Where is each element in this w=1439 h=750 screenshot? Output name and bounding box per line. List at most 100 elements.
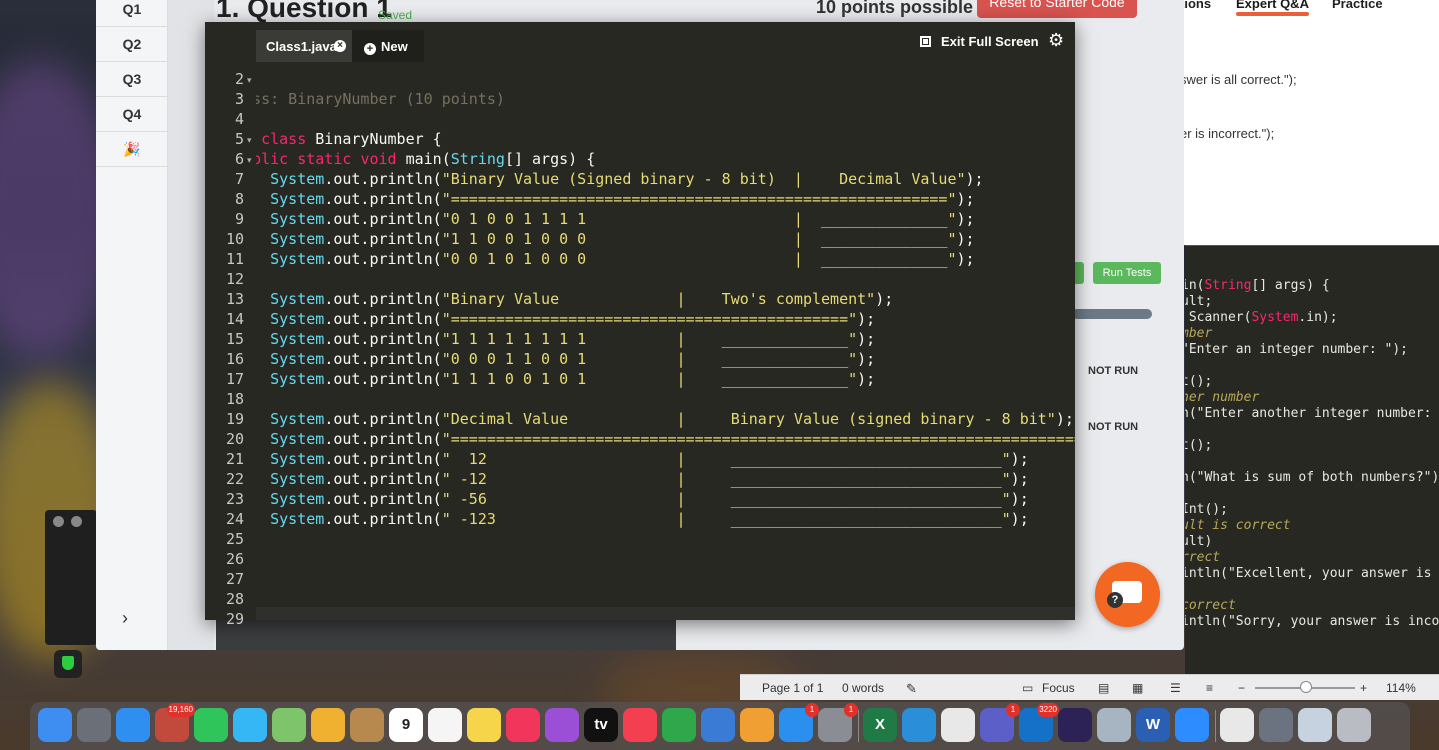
dock-document-icon[interactable]	[1220, 708, 1254, 742]
code-line[interactable]: intln("Sorry, your answer is incor	[1185, 614, 1439, 629]
code-line[interactable]: System.out.println("1 1 0 0 1 0 0 0 | __…	[256, 230, 974, 248]
dock-apple-tv-icon[interactable]: tv	[584, 708, 618, 742]
word-count[interactable]: 0 words	[842, 681, 884, 695]
code-line[interactable]: correct	[1185, 598, 1236, 613]
code-line[interactable]: ic class BinaryNumber {	[256, 130, 442, 148]
dock-edge-icon[interactable]	[902, 708, 936, 742]
code-line[interactable]: System.out.println("====================…	[256, 190, 974, 208]
chat-help-button[interactable]: ?	[1095, 562, 1160, 627]
dock-chrome-icon[interactable]	[941, 708, 975, 742]
question-nav-q1[interactable]: Q1	[96, 0, 168, 27]
dock-reminders-icon[interactable]	[428, 708, 462, 742]
code-line[interactable]: System.out.println("Decimal Value | Bina…	[256, 410, 1074, 428]
fold-arrow-icon[interactable]: ▾	[247, 155, 252, 166]
zoom-slider-knob[interactable]	[1300, 681, 1312, 693]
code-line[interactable]: System.out.println("1 1 1 0 0 1 0 1 | __…	[256, 370, 875, 388]
code-line[interactable]: in(String[] args) {	[1185, 278, 1330, 293]
dock-downloads-stack-icon[interactable]	[1259, 708, 1293, 742]
dock-messages-icon[interactable]	[233, 708, 267, 742]
zoom-level[interactable]: 114%	[1386, 681, 1416, 695]
question-nav-q2[interactable]: Q2	[96, 27, 168, 62]
code-line[interactable]: t();	[1185, 374, 1212, 389]
nav-expert-qa[interactable]: Expert Q&A	[1236, 0, 1309, 16]
dock-news-icon[interactable]	[623, 708, 657, 742]
code-line[interactable]: System.out.println("Binary Value (Signed…	[256, 170, 983, 188]
gear-icon[interactable]: ⚙	[1048, 30, 1064, 51]
secondary-code-editor[interactable]: in(String[] args) {ult; Scanner(System.i…	[1185, 245, 1439, 675]
code-line[interactable]: n("Enter another integer number: "	[1185, 406, 1439, 421]
code-line[interactable]: her number	[1185, 390, 1259, 405]
nav-questions[interactable]: tions	[1180, 0, 1211, 11]
dock-photos-icon[interactable]	[311, 708, 345, 742]
code-line[interactable]: t();	[1185, 438, 1212, 453]
fold-arrow-icon[interactable]: ▾	[247, 75, 252, 86]
dock-notes-icon[interactable]	[467, 708, 501, 742]
dock-keynote-icon[interactable]	[701, 708, 735, 742]
code-line[interactable]: System.out.println("0 0 0 1 1 0 0 1 | __…	[256, 350, 875, 368]
code-line[interactable]: System.out.println("1 1 1 1 1 1 1 1 | __…	[256, 330, 875, 348]
code-line[interactable]: System.out.println(" -56 | _____________…	[256, 490, 1029, 508]
dock-mail-stamps-icon[interactable]: 19,160	[155, 703, 195, 742]
dock-maps-icon[interactable]	[272, 708, 306, 742]
exit-fullscreen-button[interactable]: Exit Full Screen	[920, 34, 1039, 49]
dock-calendar-icon[interactable]: 9	[389, 708, 423, 742]
dock-eclipse-icon[interactable]	[1058, 708, 1092, 742]
draft-icon[interactable]: ≡	[1206, 681, 1213, 695]
code-line[interactable]: System.out.println("0 1 0 0 1 1 1 1 | __…	[256, 210, 974, 228]
code-line[interactable]: System.out.println(" -12 | _____________…	[256, 470, 1029, 488]
code-line[interactable]: "Enter an integer number: ");	[1185, 342, 1408, 357]
print-layout-icon[interactable]: ▤	[1098, 681, 1109, 695]
question-nav-q4[interactable]: Q4	[96, 97, 168, 132]
dock-outlook-icon[interactable]: 3220	[1019, 703, 1059, 742]
page-count[interactable]: Page 1 of 1	[762, 681, 823, 695]
code-line[interactable]: System.out.println("====================…	[256, 430, 1075, 448]
dock-preview-icon[interactable]	[1097, 708, 1131, 742]
tab-class1-java[interactable]: Class1.java ×	[256, 30, 352, 62]
dock-safari-icon[interactable]	[116, 708, 150, 742]
dock-facetime-icon[interactable]	[194, 708, 228, 742]
code-text-area[interactable]: lass: BinaryNumber (10 points) ic class B…	[256, 62, 1075, 607]
run-tests-button[interactable]: Run Tests	[1093, 262, 1161, 284]
focus-button[interactable]: Focus	[1042, 681, 1075, 695]
dock-numbers-icon[interactable]	[662, 708, 696, 742]
window-close-button[interactable]	[53, 516, 64, 527]
dock-zoom-icon[interactable]	[1175, 708, 1209, 742]
dock-podcasts-icon[interactable]	[545, 708, 579, 742]
code-line[interactable]: ult)	[1185, 534, 1212, 549]
dock-excel-icon[interactable]: X	[863, 708, 897, 742]
dock-word-icon[interactable]: W	[1136, 708, 1170, 742]
nav-practice[interactable]: Practice	[1332, 0, 1383, 11]
code-line[interactable]: lass: BinaryNumber (10 points)	[256, 90, 505, 108]
dock-screenshot-stack-icon[interactable]	[1298, 708, 1332, 742]
web-layout-icon[interactable]: ▦	[1132, 681, 1143, 695]
code-line[interactable]: System.out.println("Binary Value | Two's…	[256, 290, 893, 308]
code-line[interactable]: ult is correct	[1185, 518, 1291, 533]
dock-system-preferences-icon[interactable]: 1	[818, 703, 858, 742]
dock-music-icon[interactable]	[506, 708, 540, 742]
window-minimize-button[interactable]	[71, 516, 82, 527]
code-line[interactable]: System.out.println(" -123 | ____________…	[256, 510, 1029, 528]
code-line[interactable]: System.out.println("0 0 1 0 1 0 0 0 | __…	[256, 250, 974, 268]
outline-icon[interactable]: ☰	[1170, 681, 1181, 695]
dock-contacts-icon[interactable]	[350, 708, 384, 742]
horizontal-scrollbar[interactable]	[256, 607, 1075, 620]
dock-pages-icon[interactable]	[740, 708, 774, 742]
dock-trash-icon[interactable]	[1337, 708, 1371, 742]
reset-starter-code-button[interactable]: Reset to Starter Code	[977, 0, 1137, 18]
code-line[interactable]: public static void main(String[] args) {	[256, 150, 595, 168]
code-line[interactable]: n("What is sum of both numbers?");	[1185, 470, 1439, 485]
code-line[interactable]: rrect	[1185, 550, 1220, 565]
dock-finder-icon[interactable]	[38, 708, 72, 742]
party-icon[interactable]: 🎉	[96, 132, 168, 167]
dock-launchpad-icon[interactable]	[77, 708, 111, 742]
proofing-icon[interactable]: ✎	[906, 681, 917, 697]
chevron-right-icon[interactable]: ›	[122, 608, 128, 629]
zoom-out-button[interactable]: −	[1238, 681, 1245, 695]
fold-arrow-icon[interactable]: ▾	[247, 135, 252, 146]
dock-teams-icon[interactable]: 1	[980, 703, 1020, 742]
code-line[interactable]: intln("Excellent, your answer is a	[1185, 566, 1439, 581]
new-tab-button[interactable]: + New	[352, 30, 424, 62]
shield-icon[interactable]	[54, 650, 82, 678]
dock-app-store-icon[interactable]: 1	[779, 703, 819, 742]
zoom-in-button[interactable]: +	[1360, 681, 1367, 695]
